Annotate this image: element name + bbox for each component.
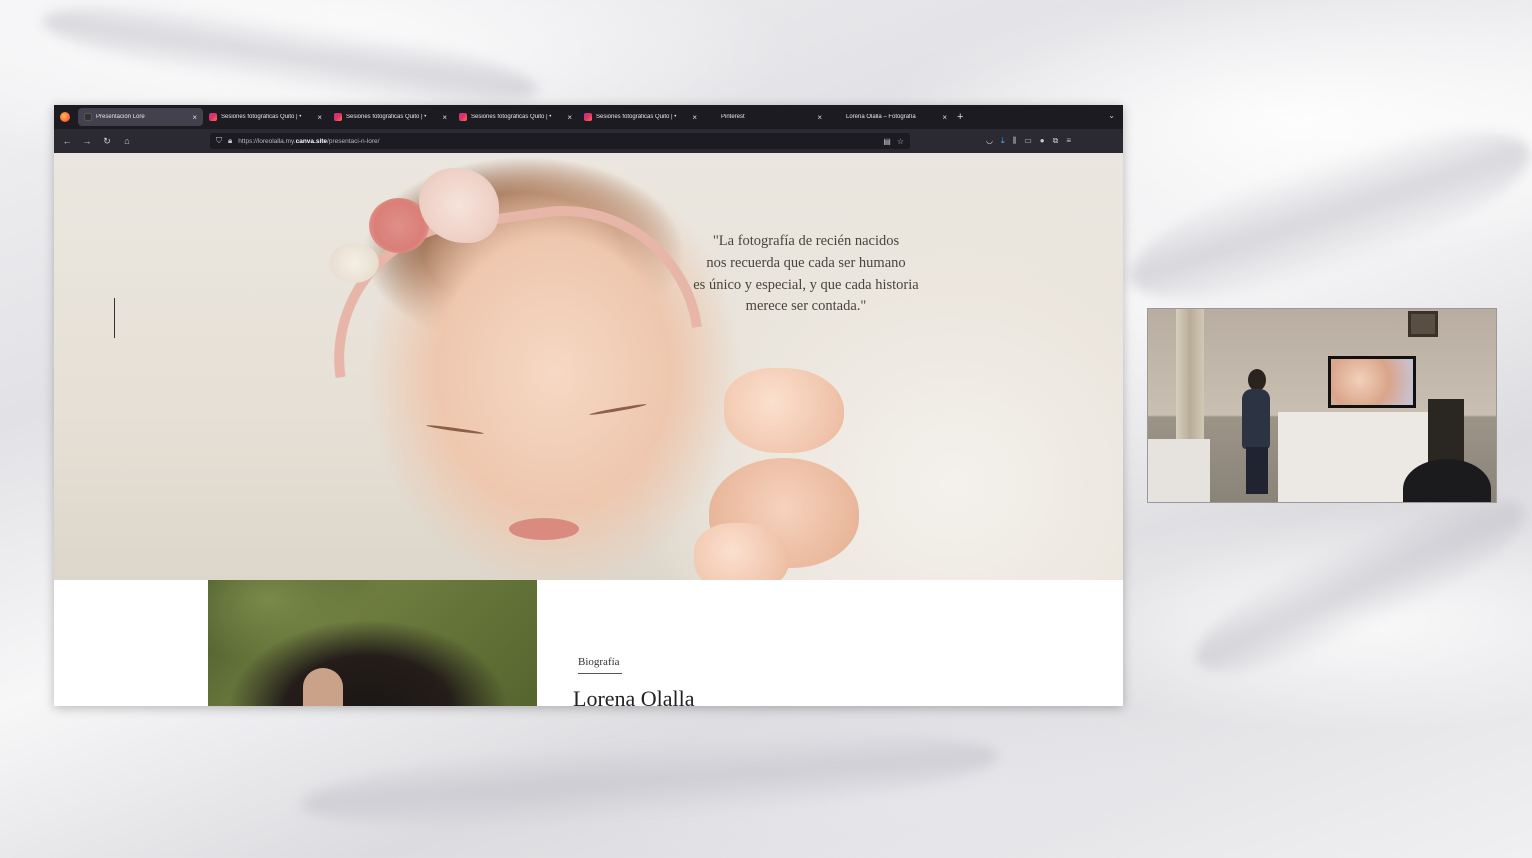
quote-line: merece ser contada." xyxy=(745,298,867,315)
tab-title: Sesiones fotográficas Quito | • xyxy=(596,114,677,120)
browser-tab[interactable]: Sesiones fotográficas Quito | • × xyxy=(453,108,578,126)
tv-screen xyxy=(1328,356,1416,408)
tab-strip: Presentación Lore × Sesiones fotográficas … xyxy=(78,108,953,126)
browser-tab[interactable]: Pinterest × xyxy=(703,108,828,126)
tab-title: Presentación Lore xyxy=(96,114,145,120)
close-icon[interactable]: × xyxy=(442,113,447,122)
photographer-name: Lorena Olalla xyxy=(573,686,695,706)
headband-lace xyxy=(329,243,379,283)
menu-icon[interactable]: ≡ xyxy=(1066,136,1071,146)
library-icon[interactable]: ⫼ xyxy=(1013,136,1017,146)
background-silk-fold xyxy=(298,715,1002,845)
browser-tab[interactable]: Sesiones fotográficas Quito | • × xyxy=(578,108,703,126)
arrow-right-icon[interactable]: → xyxy=(80,136,94,146)
sidebar-icon[interactable]: ▭ xyxy=(1024,136,1032,146)
download-icon[interactable]: ⤓ xyxy=(1001,136,1005,146)
tab-favicon-icon xyxy=(584,113,592,121)
text-cursor xyxy=(114,298,115,338)
tab-title: Sesiones fotográficas Quito | • xyxy=(471,114,552,120)
baby-mouth xyxy=(509,518,579,540)
webcam-overlay xyxy=(1147,308,1497,503)
quote-line: "La fotografía de recién nacidos xyxy=(712,233,900,249)
tab-title: Pinterest xyxy=(721,114,745,120)
browser-tab[interactable]: Sesiones fotográficas Quito | • × xyxy=(328,108,453,126)
baby-eye xyxy=(589,402,647,417)
quote-line: es único y especial, y que cada historia xyxy=(693,276,919,293)
side-table xyxy=(1148,439,1210,502)
biography-section: Biografía Lorena Olalla xyxy=(54,580,1123,706)
tab-favicon-icon xyxy=(209,113,217,121)
tab-title: Sesiones fotográficas Quito | • xyxy=(221,114,302,120)
pocket-icon[interactable]: ◡ xyxy=(986,136,993,146)
lock-icon[interactable]: 🔒︎ xyxy=(228,136,232,146)
chevron-down-icon[interactable]: ⌄ xyxy=(1108,111,1115,120)
background-silk-fold xyxy=(1177,468,1532,702)
nav-bar: ← → ↻ ⌂ ⛉ 🔒︎ https://loreolalla.my.canva… xyxy=(54,129,1123,153)
extensions-icon[interactable]: ⧉ xyxy=(1053,136,1059,146)
background-silk-fold xyxy=(1113,97,1532,333)
portrait-photo xyxy=(208,580,537,706)
baby-eye xyxy=(426,423,484,436)
reload-icon[interactable]: ↻ xyxy=(100,136,114,147)
close-icon[interactable]: × xyxy=(317,113,322,122)
shield-icon[interactable]: ⛉ xyxy=(216,136,222,146)
tab-favicon-icon xyxy=(834,113,842,121)
quote-line: nos recuerda que cada ser humano xyxy=(706,254,906,271)
new-tab-button[interactable]: + xyxy=(957,111,963,123)
presenter xyxy=(1240,369,1272,494)
hero-newborn-photo: "La fotografía de recién nacidos nos rec… xyxy=(54,153,1123,580)
tab-favicon-icon xyxy=(459,113,467,121)
home-icon[interactable]: ⌂ xyxy=(120,136,134,146)
close-icon[interactable]: × xyxy=(817,113,822,122)
reader-view-icon[interactable]: ▤ xyxy=(883,137,891,146)
portrait-face xyxy=(303,668,343,706)
url-text[interactable]: https://loreolalla.my.canva.site/present… xyxy=(238,138,877,145)
baby-hand xyxy=(724,368,844,453)
close-icon[interactable]: × xyxy=(192,113,197,122)
wall-picture xyxy=(1408,311,1438,337)
close-icon[interactable]: × xyxy=(942,113,947,122)
arrow-left-icon[interactable]: ← xyxy=(60,136,74,146)
tab-favicon-icon xyxy=(334,113,342,121)
url-bar[interactable]: ⛉ 🔒︎ https://loreolalla.my.canva.site/pr… xyxy=(210,133,910,149)
firefox-icon[interactable] xyxy=(60,112,70,122)
close-icon[interactable]: × xyxy=(692,113,697,122)
tab-bar: Presentación Lore × Sesiones fotográficas … xyxy=(54,105,1123,129)
browser-tab[interactable]: Presentación Lore × xyxy=(78,108,203,126)
browser-tab[interactable]: Lorena Olalla – Fotografía × xyxy=(828,108,953,126)
curtain xyxy=(1176,309,1204,449)
tab-title: Lorena Olalla – Fotografía xyxy=(846,114,916,120)
browser-tab[interactable]: Sesiones fotográficas Quito | • × xyxy=(203,108,328,126)
tab-favicon-icon xyxy=(84,113,92,121)
toolbar-icons: ◡ ⤓ ⫼ ▭ ● ⧉ ≡ xyxy=(986,136,1071,146)
hero-quote: "La fotografía de recién nacidos nos rec… xyxy=(666,231,946,318)
tab-title: Sesiones fotográficas Quito | • xyxy=(346,114,427,120)
close-icon[interactable]: × xyxy=(567,113,572,122)
browser-window: Presentación Lore × Sesiones fotográficas … xyxy=(54,105,1123,706)
tab-favicon-icon xyxy=(709,113,717,121)
star-icon[interactable]: ☆ xyxy=(897,137,904,146)
biography-label: Biografía xyxy=(578,656,622,674)
account-icon[interactable]: ● xyxy=(1040,136,1045,146)
